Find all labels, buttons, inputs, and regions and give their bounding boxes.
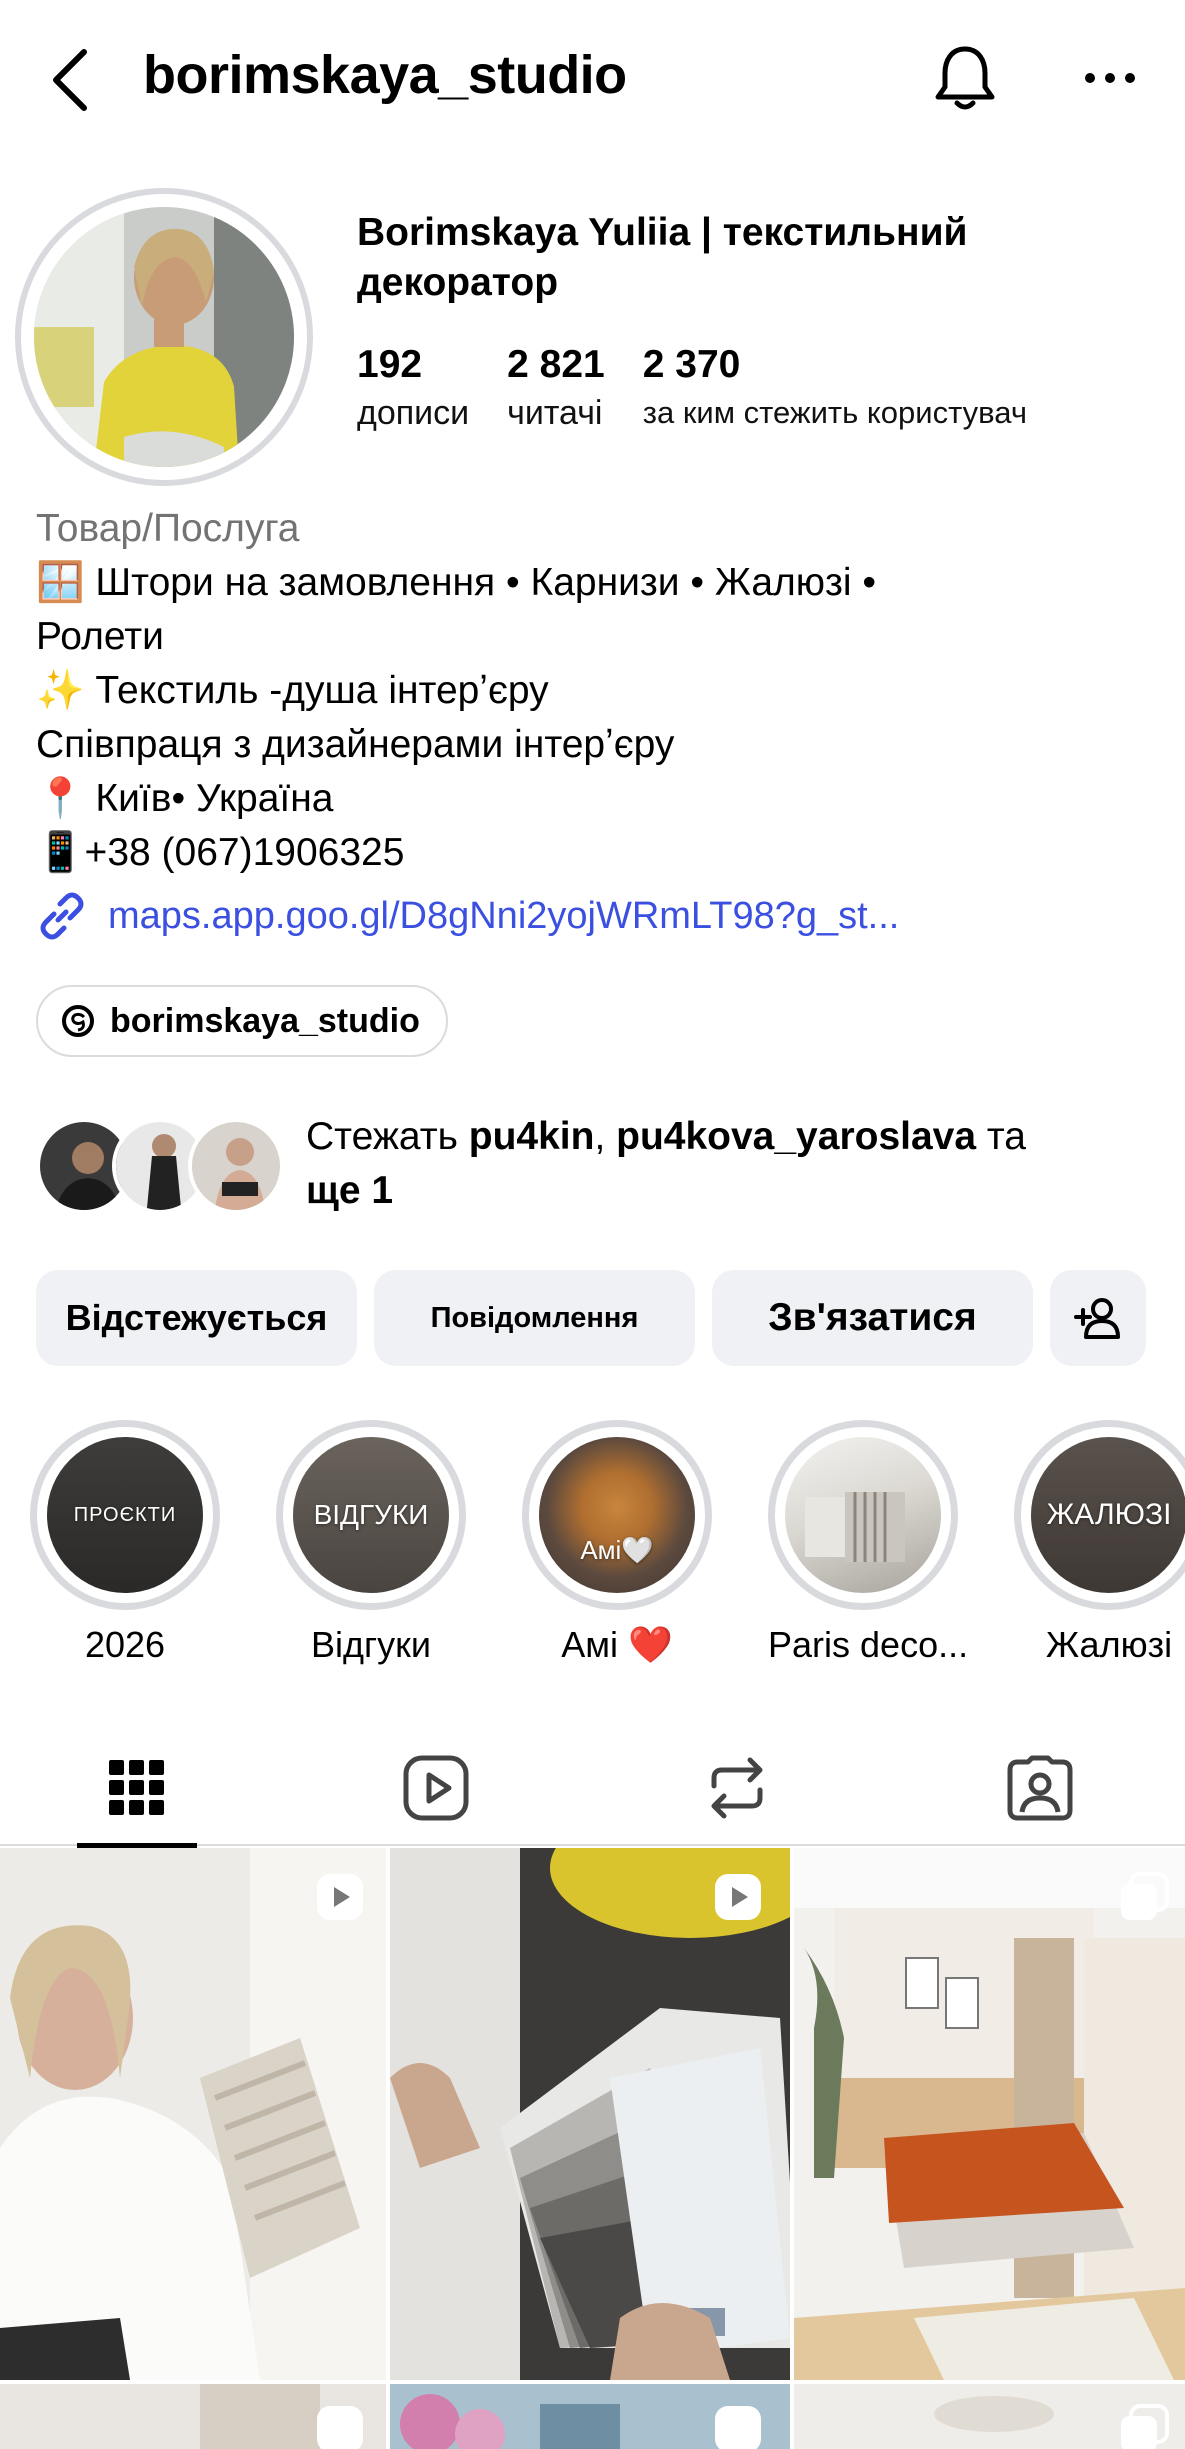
highlight-label: Paris deco... xyxy=(768,1624,969,1665)
highlight-item[interactable]: ПРОЄКТИ 2026 xyxy=(30,1420,220,1666)
bio-line: 🪟 Штори на замовлення • Карнизи • Жалюзі… xyxy=(36,561,877,604)
highlight-cover-text: ПРОЄКТИ xyxy=(73,1503,177,1526)
highlight-label: Амі ❤️ xyxy=(561,1624,673,1665)
profile-bio: Товар/Послуга 🪟 Штори на замовлення • Ка… xyxy=(36,502,1156,880)
highlight-cover-text: Амі🤍 xyxy=(580,1534,654,1565)
mutual-avatars xyxy=(36,1114,286,1214)
tagged-user-icon xyxy=(1007,1755,1073,1821)
highlight-ring: ВІДГУКИ xyxy=(276,1420,466,1610)
post-thumbnail[interactable] xyxy=(794,1848,1185,2380)
following-count[interactable]: 2 370 за ким стежить користувач xyxy=(643,340,1027,436)
highlight-item[interactable]: ВІДГУКИ Відгуки xyxy=(276,1420,466,1666)
posts-grid xyxy=(0,1848,1185,2449)
highlight-cover-text: ЖАЛЮЗІ xyxy=(1046,1498,1172,1531)
bio-line: 📱+38 (067)1906325 xyxy=(36,831,405,874)
more-horizontal-icon xyxy=(1085,73,1135,83)
chevron-left-icon xyxy=(53,49,87,111)
highlight-ring: ЖАЛЮЗІ xyxy=(1014,1420,1185,1610)
highlight-label: Відгуки xyxy=(310,1624,431,1665)
bio-link[interactable]: maps.app.goo.gl/D8gNni2yojWRmLT98?g_st..… xyxy=(36,890,899,942)
highlight-cover-text: ВІДГУКИ xyxy=(313,1499,429,1530)
highlight-label: 2026 xyxy=(84,1624,166,1665)
more-options-button[interactable] xyxy=(1070,38,1150,118)
carousel-icon xyxy=(1121,2404,1169,2449)
tab-reels[interactable] xyxy=(376,1730,496,1846)
story-highlights: ПРОЄКТИ 2026 ВІДГУКИ Відгуки Амі🤍 Амі ❤️… xyxy=(30,1420,1185,1670)
grid-icon xyxy=(109,1760,164,1815)
highlight-label: Жалюзі xyxy=(1045,1624,1173,1665)
highlight-cover: Амі🤍 xyxy=(539,1437,695,1593)
profile-username: borimskaya_studio xyxy=(143,45,627,105)
threads-badge[interactable]: borimskaya_studio xyxy=(36,985,448,1057)
profile-actions: Відстежується Повідомлення Зв'язатися xyxy=(36,1270,1146,1366)
profile-avatar xyxy=(34,207,294,467)
post-thumbnail[interactable] xyxy=(794,2384,1185,2449)
reels-play-icon xyxy=(403,1755,469,1821)
message-button[interactable]: Повідомлення xyxy=(374,1270,695,1366)
posts-count-value: 192 xyxy=(357,343,423,386)
followers-count-value: 2 821 xyxy=(507,343,605,386)
bio-line: Співпраця з дизайнерами інтерʼєру xyxy=(36,723,675,766)
threads-handle: borimskaya_studio xyxy=(110,1001,420,1040)
reel-icon xyxy=(715,2406,761,2449)
mutual-prefix: Стежать xyxy=(306,1115,469,1158)
mutual-conjunction: та xyxy=(976,1115,1026,1158)
mutual-separator: , xyxy=(594,1115,617,1158)
mutual-user[interactable]: pu4kova_yaroslava xyxy=(616,1115,976,1158)
avatar xyxy=(188,1118,284,1214)
link-icon xyxy=(40,892,84,940)
highlight-ring: ПРОЄКТИ xyxy=(30,1420,220,1610)
followers-count[interactable]: 2 821 читачі xyxy=(507,340,605,436)
contact-button[interactable]: Зв'язатися xyxy=(712,1270,1033,1366)
highlight-cover xyxy=(785,1437,941,1593)
profile-category: Товар/Послуга xyxy=(36,507,300,550)
post-thumbnail[interactable] xyxy=(0,1848,386,2380)
carousel-icon xyxy=(1121,1872,1169,1920)
repost-icon xyxy=(711,1757,763,1819)
highlight-ring xyxy=(768,1420,958,1610)
profile-stats: 192 дописи 2 821 читачі 2 370 за ким сте… xyxy=(357,340,1065,436)
following-count-value: 2 370 xyxy=(642,343,741,386)
highlight-cover: ЖАЛЮЗІ xyxy=(1031,1437,1185,1593)
profile-avatar-ring[interactable] xyxy=(15,188,313,486)
threads-icon xyxy=(62,1005,94,1037)
bio-line: ✨ Текстиль -душа інтерʼєру xyxy=(36,669,549,712)
followers-count-label: читачі xyxy=(507,394,603,432)
highlight-item[interactable]: ЖАЛЮЗІ Жалюзі xyxy=(1014,1420,1185,1666)
highlight-cover: ПРОЄКТИ xyxy=(47,1437,203,1593)
following-button[interactable]: Відстежується xyxy=(36,1270,357,1366)
profile-full-name: Borimskaya Yuliia | текстильний декорато… xyxy=(357,211,968,304)
following-count-label: за ким стежить користувач xyxy=(642,395,1027,430)
bio-line: Ролети xyxy=(36,615,164,658)
posts-count-label: дописи xyxy=(357,394,470,432)
post-thumbnail[interactable] xyxy=(390,1848,790,2380)
post-thumbnail[interactable] xyxy=(390,2384,790,2449)
mutual-followers-text: Стежать pu4kin, pu4kova_yaroslava та ще 1 xyxy=(306,1110,1166,1218)
highlight-cover: ВІДГУКИ xyxy=(293,1437,449,1593)
bio-line: 📍 Київ• Україна xyxy=(36,777,334,820)
posts-count[interactable]: 192 дописи xyxy=(357,340,469,436)
bell-icon xyxy=(935,46,995,110)
mutual-followers[interactable]: Стежать pu4kin, pu4kova_yaroslava та ще 1 xyxy=(36,1110,1166,1218)
mutual-more[interactable]: ще 1 xyxy=(306,1169,393,1212)
post-thumbnail[interactable] xyxy=(0,2384,386,2449)
top-bar: borimskaya_studio xyxy=(0,0,1185,160)
tab-reposts[interactable] xyxy=(677,1730,797,1846)
mutual-user[interactable]: pu4kin xyxy=(469,1115,595,1158)
back-button[interactable] xyxy=(40,40,100,120)
highlight-ring: Амі🤍 xyxy=(522,1420,712,1610)
notifications-button[interactable] xyxy=(925,38,1005,118)
profile-tabs xyxy=(0,1730,1185,1848)
reel-icon xyxy=(715,1874,761,1920)
highlight-item[interactable]: Амі🤍 Амі ❤️ xyxy=(522,1420,712,1666)
highlight-item[interactable]: Paris deco... xyxy=(768,1420,969,1666)
tab-posts-grid[interactable] xyxy=(77,1730,197,1848)
suggested-users-button[interactable] xyxy=(1050,1270,1146,1366)
reel-icon xyxy=(317,1874,363,1920)
add-user-icon xyxy=(1074,1298,1120,1339)
tab-tagged[interactable] xyxy=(980,1730,1100,1846)
bio-link-text: maps.app.goo.gl/D8gNni2yojWRmLT98?g_st..… xyxy=(108,894,900,937)
reel-icon xyxy=(317,2406,363,2449)
